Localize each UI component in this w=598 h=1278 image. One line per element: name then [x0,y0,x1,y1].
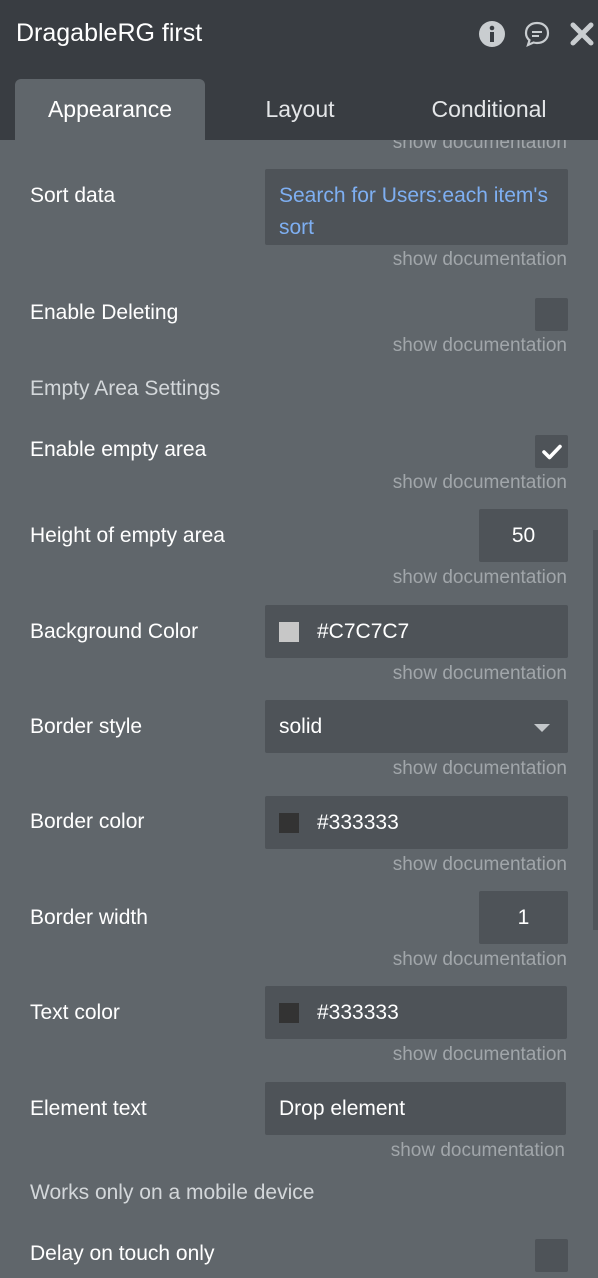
show-documentation-link[interactable]: show documentation [393,335,567,357]
border-style-value: solid [279,714,323,738]
border-color-picker[interactable]: #333333 [265,796,568,849]
text-color-picker[interactable]: #333333 [265,986,567,1039]
show-documentation-link[interactable]: show documentation [393,472,567,494]
background-color-value: #C7C7C7 [317,619,410,643]
height-empty-area-input[interactable]: 50 [479,509,568,562]
background-color-picker[interactable]: #C7C7C7 [265,605,568,658]
show-documentation-link[interactable]: show documentation [393,1044,567,1066]
sort-data-field[interactable]: Search for Users:each item's sort [265,169,568,245]
text-color-value: #333333 [317,1000,399,1024]
show-documentation-link[interactable]: show documentation [393,663,567,685]
delay-touch-label: Delay on touch only [30,1242,215,1265]
border-style-label: Border style [30,715,143,738]
delay-touch-checkbox[interactable] [535,1239,568,1272]
enable-empty-area-checkbox[interactable] [535,435,568,468]
show-documentation-link[interactable]: show documentation [393,567,567,589]
tab-conditional[interactable]: Conditional [395,79,583,140]
show-documentation-link[interactable]: show documentation [393,949,567,971]
sort-data-label: Sort data [30,184,116,207]
checkmark-icon [541,444,562,459]
tab-appearance[interactable]: Appearance [15,79,205,140]
element-text-input[interactable]: Drop element [265,1082,566,1135]
comment-icon[interactable] [522,19,552,49]
show-documentation-link[interactable]: show documentation [391,1140,565,1162]
info-icon[interactable] [477,19,507,49]
mobile-section-title: Works only on a mobile device [30,1181,315,1204]
show-documentation-link[interactable]: show documentation [393,854,567,876]
empty-area-section-title: Empty Area Settings [30,377,221,400]
tab-layout[interactable]: Layout [215,79,385,140]
enable-deleting-label: Enable Deleting [30,301,179,324]
show-documentation-link[interactable]: show documentation [393,140,567,154]
background-color-label: Background Color [30,620,199,643]
chevron-down-icon [534,724,550,732]
show-documentation-link[interactable]: show documentation [393,249,567,271]
show-documentation-link[interactable]: show documentation [393,758,567,780]
color-swatch [279,621,299,642]
scrollbar[interactable] [593,530,598,930]
text-color-label: Text color [30,1001,120,1024]
border-color-label: Border color [30,810,145,833]
border-style-dropdown[interactable]: solid [265,700,568,753]
enable-empty-area-label: Enable empty area [30,438,207,461]
enable-deleting-checkbox[interactable] [535,298,568,331]
border-color-value: #333333 [317,810,399,834]
height-empty-area-label: Height of empty area [30,524,225,547]
border-width-input[interactable]: 1 [479,891,568,944]
editor-header: DragableRG first [0,0,598,67]
color-swatch [279,812,299,833]
color-swatch [279,1002,299,1023]
tab-bar: Appearance Layout Conditional [0,67,598,140]
element-text-label: Element text [30,1097,147,1120]
element-title: DragableRG first [16,19,203,47]
close-icon[interactable] [567,19,597,49]
properties-panel: show documentation Sort data Search for … [0,140,598,1278]
border-width-label: Border width [30,906,148,929]
